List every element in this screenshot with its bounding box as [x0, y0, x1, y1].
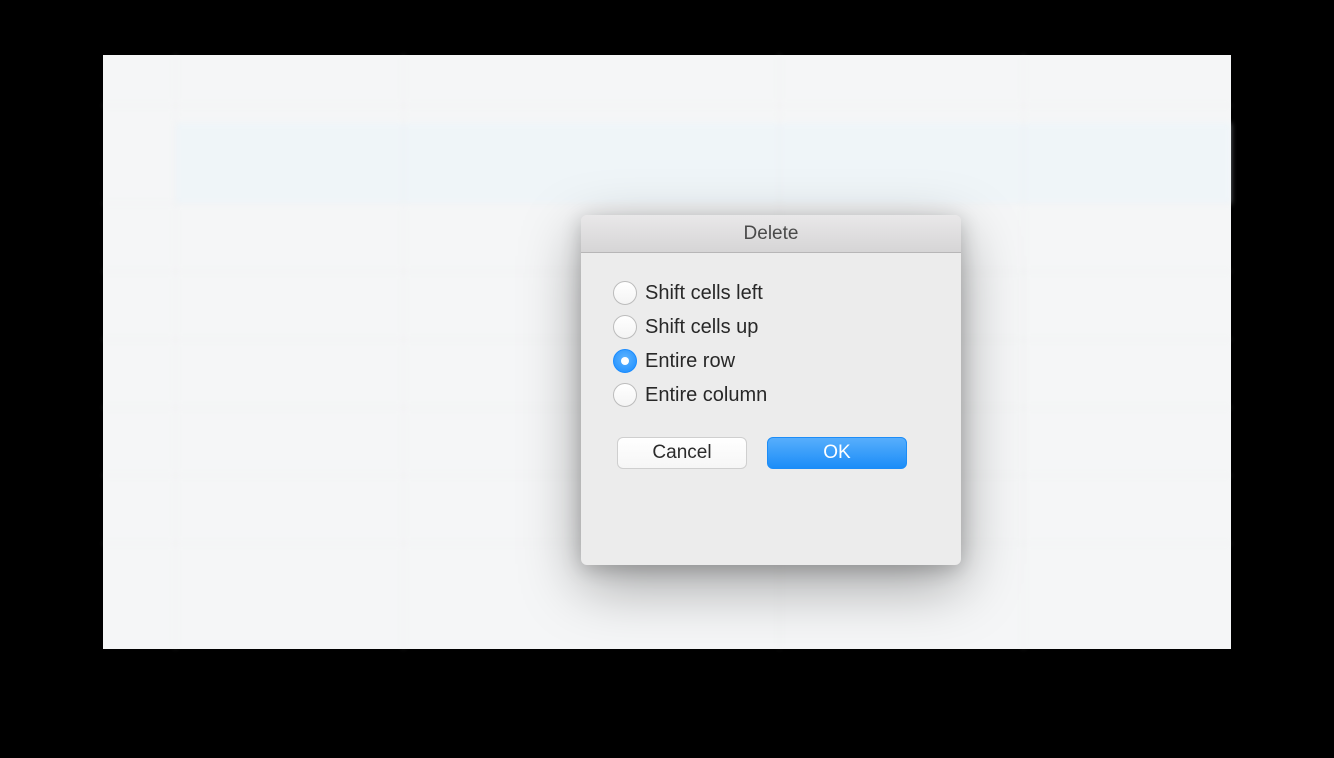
radio-option-entire-row[interactable]: Entire row [613, 349, 929, 373]
radio-button-selected-icon [613, 349, 637, 373]
radio-label: Shift cells up [645, 316, 758, 339]
radio-group: Shift cells left Shift cells up Entire r… [613, 281, 929, 407]
delete-dialog: Delete Shift cells left Shift cells up E… [581, 215, 961, 565]
dialog-button-row: Cancel OK [613, 437, 929, 469]
radio-option-shift-cells-up[interactable]: Shift cells up [613, 315, 929, 339]
bg-row-highlight [175, 123, 1231, 203]
radio-option-shift-cells-left[interactable]: Shift cells left [613, 281, 929, 305]
radio-label: Shift cells left [645, 282, 763, 305]
radio-dot-icon [621, 357, 629, 365]
radio-label: Entire row [645, 350, 735, 373]
radio-button-icon [613, 383, 637, 407]
cancel-button-label: Cancel [652, 442, 711, 464]
app-background: Delete Shift cells left Shift cells up E… [103, 55, 1231, 649]
cancel-button[interactable]: Cancel [617, 437, 747, 469]
ok-button[interactable]: OK [767, 437, 907, 469]
dialog-title: Delete [744, 223, 799, 245]
radio-button-icon [613, 281, 637, 305]
radio-button-icon [613, 315, 637, 339]
dialog-titlebar: Delete [581, 215, 961, 253]
dialog-body: Shift cells left Shift cells up Entire r… [581, 253, 961, 495]
radio-label: Entire column [645, 384, 767, 407]
radio-option-entire-column[interactable]: Entire column [613, 383, 929, 407]
ok-button-label: OK [823, 442, 850, 464]
